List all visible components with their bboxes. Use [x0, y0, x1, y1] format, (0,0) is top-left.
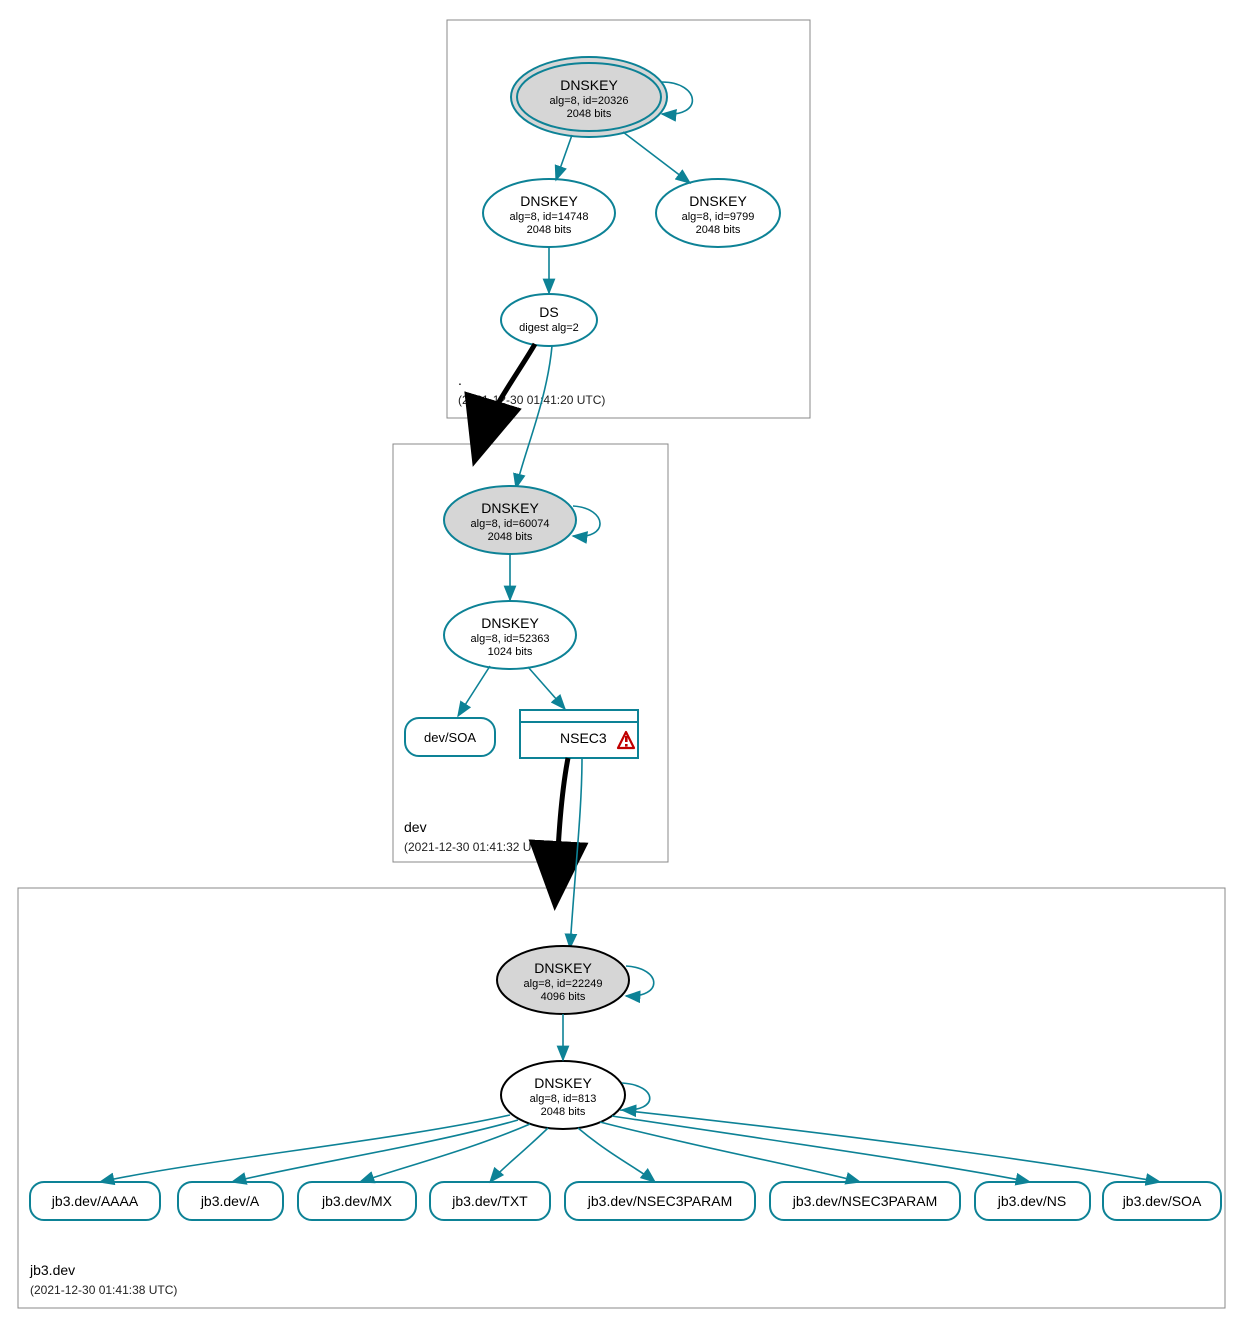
leaf-soa: jb3.dev/SOA	[1103, 1182, 1221, 1220]
edge-zsk-n3p2	[600, 1122, 860, 1182]
svg-text:jb3.dev/A: jb3.dev/A	[200, 1193, 260, 1209]
svg-text:DNSKEY: DNSKEY	[534, 960, 592, 976]
node-dev-zsk: DNSKEY alg=8, id=52363 1024 bits	[444, 601, 576, 669]
svg-text:jb3.dev/AAAA: jb3.dev/AAAA	[51, 1193, 139, 1209]
svg-text:DNSKEY: DNSKEY	[481, 615, 539, 631]
svg-text:jb3.dev/SOA: jb3.dev/SOA	[1122, 1193, 1202, 1209]
svg-text:DS: DS	[539, 304, 558, 320]
zone-label-root: .	[458, 372, 462, 388]
node-root-ksk: DNSKEY alg=8, id=20326 2048 bits	[511, 57, 667, 137]
svg-text:alg=8, id=60074: alg=8, id=60074	[471, 518, 550, 530]
edge-nsec3-jb3zone-thick	[556, 758, 568, 886]
node-root-zsk2: DNSKEY alg=8, id=9799 2048 bits	[656, 179, 780, 247]
zone-time-dev: (2021-12-30 01:41:32 UTC)	[404, 840, 551, 854]
node-root-zsk1: DNSKEY alg=8, id=14748 2048 bits	[483, 179, 615, 247]
node-dev-soa: dev/SOA	[405, 718, 495, 756]
selfloop-jb3-zsk	[622, 1083, 650, 1110]
svg-text:2048 bits: 2048 bits	[488, 531, 533, 543]
edge-rootksk-zsk2	[623, 132, 690, 183]
svg-text:dev/SOA: dev/SOA	[424, 730, 476, 745]
edge-rootksk-zsk1	[556, 135, 572, 180]
zone-label-dev: dev	[404, 819, 427, 835]
svg-text:alg=8, id=22249: alg=8, id=22249	[524, 978, 603, 990]
leaf-mx: jb3.dev/MX	[298, 1182, 416, 1220]
svg-text:alg=8, id=9799: alg=8, id=9799	[682, 211, 755, 223]
svg-text:2048 bits: 2048 bits	[696, 224, 741, 236]
svg-text:jb3.dev/NSEC3PARAM: jb3.dev/NSEC3PARAM	[587, 1193, 732, 1209]
edge-devzsk-soa	[458, 666, 490, 716]
svg-text:jb3.dev/NS: jb3.dev/NS	[997, 1193, 1066, 1209]
leaf-ns: jb3.dev/NS	[975, 1182, 1090, 1220]
svg-text:jb3.dev/MX: jb3.dev/MX	[321, 1193, 393, 1209]
leaf-n3p2: jb3.dev/NSEC3PARAM	[770, 1182, 960, 1220]
dnssec-diagram: . (2021-12-30 01:41:20 UTC) DNSKEY alg=8…	[0, 0, 1243, 1326]
leaf-a: jb3.dev/A	[178, 1182, 283, 1220]
leaf-aaaa: jb3.dev/AAAA	[30, 1182, 160, 1220]
node-root-ds: DS digest alg=2	[501, 294, 597, 346]
svg-text:2048 bits: 2048 bits	[541, 1106, 586, 1118]
edge-zsk-n3p1	[578, 1128, 655, 1182]
svg-text:2048 bits: 2048 bits	[527, 224, 572, 236]
zone-label-jb3: jb3.dev	[29, 1262, 75, 1278]
edge-zsk-aaaa	[100, 1115, 510, 1182]
svg-text:alg=8, id=20326: alg=8, id=20326	[550, 95, 629, 107]
leaf-txt: jb3.dev/TXT	[430, 1182, 550, 1220]
selfloop-dev-ksk	[573, 506, 600, 536]
leaf-row: jb3.dev/AAAA jb3.dev/A jb3.dev/MX jb3.de…	[30, 1182, 1221, 1220]
node-jb3-ksk: DNSKEY alg=8, id=22249 4096 bits	[497, 946, 629, 1014]
svg-text:DNSKEY: DNSKEY	[689, 193, 747, 209]
svg-text:alg=8, id=52363: alg=8, id=52363	[471, 633, 550, 645]
edge-nsec3-jb3ksk	[570, 758, 582, 948]
zone-time-root: (2021-12-30 01:41:20 UTC)	[458, 393, 605, 407]
svg-text:digest alg=2: digest alg=2	[519, 322, 579, 334]
node-jb3-zsk: DNSKEY alg=8, id=813 2048 bits	[501, 1061, 625, 1129]
svg-text:2048 bits: 2048 bits	[567, 108, 612, 120]
svg-text:4096 bits: 4096 bits	[541, 991, 586, 1003]
svg-text:NSEC3: NSEC3	[560, 730, 607, 746]
svg-text:jb3.dev/NSEC3PARAM: jb3.dev/NSEC3PARAM	[792, 1193, 937, 1209]
svg-text:DNSKEY: DNSKEY	[481, 500, 539, 516]
edge-zsk-a	[232, 1120, 518, 1182]
edge-devzsk-nsec3	[528, 667, 565, 709]
edge-zsk-mx	[360, 1124, 530, 1182]
svg-text:DNSKEY: DNSKEY	[534, 1075, 592, 1091]
node-dev-ksk: DNSKEY alg=8, id=60074 2048 bits	[444, 486, 576, 554]
selfloop-jb3-ksk	[626, 966, 654, 996]
svg-text:jb3.dev/TXT: jb3.dev/TXT	[451, 1193, 528, 1209]
svg-text:1024 bits: 1024 bits	[488, 646, 533, 658]
svg-text:alg=8, id=14748: alg=8, id=14748	[510, 211, 589, 223]
zone-time-jb3: (2021-12-30 01:41:38 UTC)	[30, 1283, 177, 1297]
svg-text:DNSKEY: DNSKEY	[560, 77, 618, 93]
svg-text:DNSKEY: DNSKEY	[520, 193, 578, 209]
leaf-n3p1: jb3.dev/NSEC3PARAM	[565, 1182, 755, 1220]
node-dev-nsec3: NSEC3	[520, 710, 638, 758]
svg-text:alg=8, id=813: alg=8, id=813	[530, 1093, 597, 1105]
